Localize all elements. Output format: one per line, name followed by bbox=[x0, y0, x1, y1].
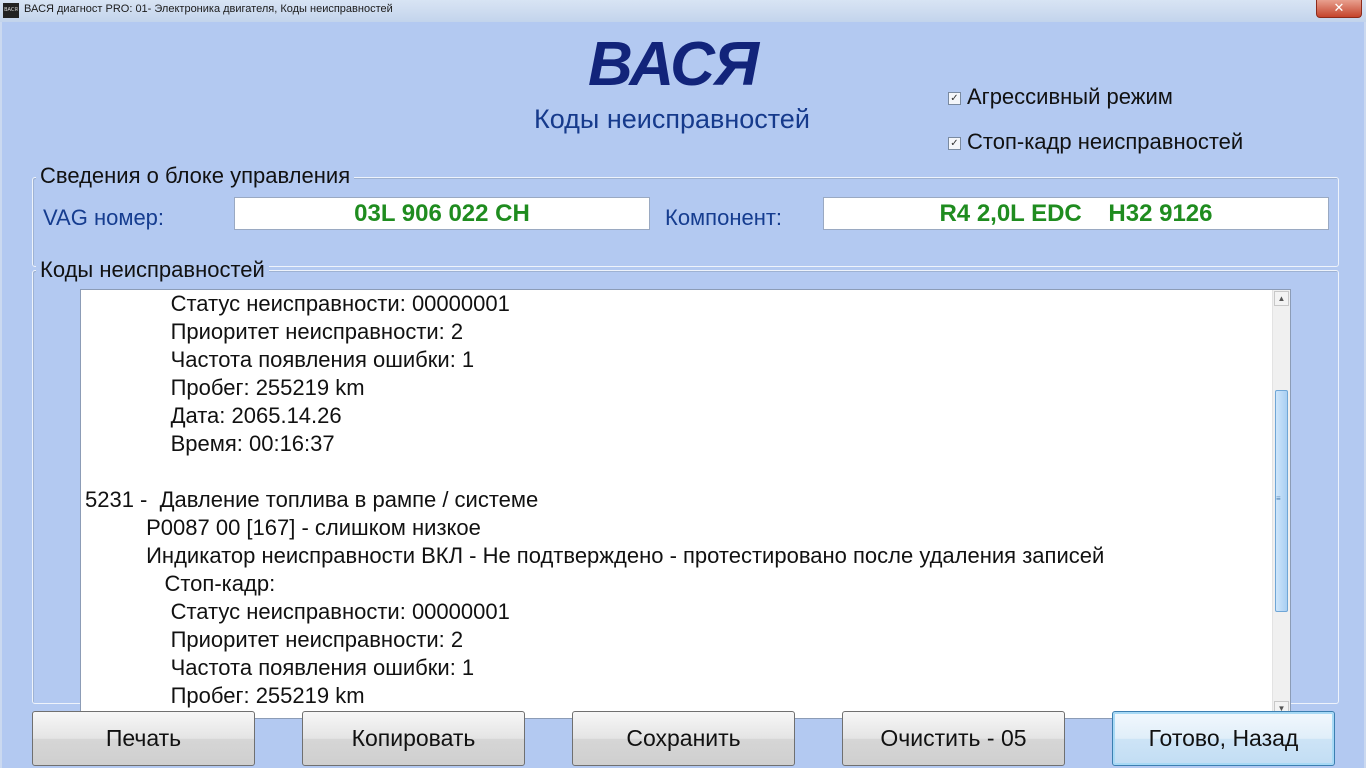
fault-code-line: Статус неисправности: 00000001 bbox=[85, 599, 510, 624]
main-window: ВАСЯ Коды неисправностей ✓ Агрессивный ре… bbox=[0, 22, 1366, 768]
clear-button[interactable]: Очистить - 05 bbox=[842, 711, 1065, 766]
fault-code-line: Дата: 2065.14.26 bbox=[85, 403, 342, 428]
fault-code-line: Индикатор неисправности ВКЛ - Не подтвер… bbox=[85, 543, 1105, 568]
app-icon[interactable]: ВАСЯ bbox=[3, 3, 19, 18]
fault-code-line: Пробег: 255219 km bbox=[85, 375, 365, 400]
control-unit-group-title: Сведения о блоке управления bbox=[36, 163, 355, 189]
fault-code-line: Приоритет неисправности: 2 bbox=[85, 319, 464, 344]
fault-code-line: Частота появления ошибки: 1 bbox=[85, 347, 475, 372]
fault-codes-textarea[interactable]: Статус неисправности: 00000001 Приоритет… bbox=[80, 289, 1291, 719]
component-label: Компонент: bbox=[665, 205, 783, 230]
fault-code-line: Пробег: 255219 km bbox=[85, 683, 365, 708]
print-button[interactable]: Печать bbox=[32, 711, 255, 766]
fault-code-line: Стоп-кадр: bbox=[85, 571, 276, 596]
fault-code-line: Частота появления ошибки: 1 bbox=[85, 655, 475, 680]
aggressive-mode-checkbox[interactable]: ✓ Агрессивный режим bbox=[948, 84, 1173, 110]
checkbox-checked-icon[interactable]: ✓ bbox=[948, 137, 961, 150]
aggressive-mode-label: Агрессивный режим bbox=[967, 84, 1173, 109]
fault-code-line: Статус неисправности: 00000001 bbox=[85, 291, 510, 316]
vertical-scrollbar[interactable]: ▲ ≡ ▼ bbox=[1272, 290, 1290, 718]
fault-codes-group-title: Коды неисправностей bbox=[36, 257, 269, 283]
freeze-frame-checkbox[interactable]: ✓ Стоп-кадр неисправностей bbox=[948, 129, 1243, 155]
app-logo: ВАСЯ bbox=[588, 30, 759, 99]
fault-code-line: Приоритет неисправности: 2 bbox=[85, 627, 464, 652]
fault-codes-text: Статус неисправности: 00000001 Приоритет… bbox=[85, 290, 1265, 710]
component-field[interactable]: R4 2,0L EDC H32 9126 bbox=[823, 197, 1329, 230]
title-bar: ВАСЯ ВАСЯ диагност PRO: 01- Электроника … bbox=[0, 0, 1366, 23]
vag-number-field[interactable]: 03L 906 022 CH bbox=[234, 197, 650, 230]
fault-code-line: 5231 - Давление топлива в рампе / систем… bbox=[85, 487, 539, 512]
fault-code-line bbox=[85, 458, 1265, 486]
done-back-button[interactable]: Готово, Назад bbox=[1112, 711, 1335, 766]
scroll-up-arrow-icon[interactable]: ▲ bbox=[1274, 291, 1289, 306]
page-title: Коды неисправностей bbox=[534, 104, 810, 134]
vag-number-label: VAG номер: bbox=[43, 205, 165, 230]
save-button[interactable]: Сохранить bbox=[572, 711, 795, 766]
fault-code-line: Время: 00:16:37 bbox=[85, 431, 335, 456]
scrollbar-grip-icon: ≡ bbox=[1276, 494, 1281, 503]
checkbox-checked-icon[interactable]: ✓ bbox=[948, 92, 961, 105]
close-button[interactable]: ✕ bbox=[1316, 0, 1362, 18]
copy-button[interactable]: Копировать bbox=[302, 711, 525, 766]
freeze-frame-label: Стоп-кадр неисправностей bbox=[967, 129, 1244, 154]
fault-code-line: P0087 00 [167] - слишком низкое bbox=[85, 515, 481, 540]
window-title: ВАСЯ диагност PRO: 01- Электроника двига… bbox=[24, 3, 393, 15]
